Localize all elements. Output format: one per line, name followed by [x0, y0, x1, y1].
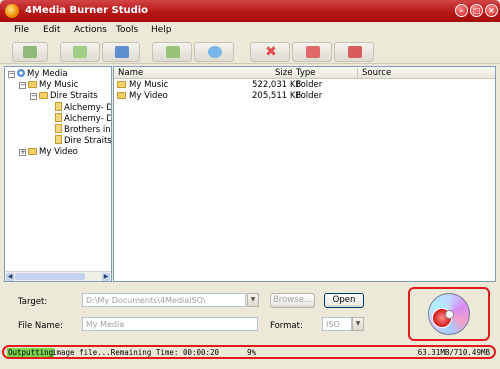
tree-item-label: Dire Straits: [50, 91, 98, 101]
file-list: Name Size Type Source My Music 522,031 K…: [113, 66, 496, 282]
media-disc-icon: [17, 69, 25, 77]
audio-file-icon: [55, 135, 62, 144]
close-button[interactable]: ×: [485, 4, 498, 17]
folder-icon: [28, 81, 37, 88]
list-header: Name Size Type Source: [114, 67, 495, 79]
delete-icon: ✖: [265, 44, 277, 60]
add-files-button[interactable]: [60, 42, 100, 62]
tree-item-my-video[interactable]: My Video: [28, 147, 78, 158]
target-path-field[interactable]: D:\My Documents\4MediaISO\: [82, 293, 246, 307]
filename-field[interactable]: My Media: [82, 317, 258, 331]
target-dropdown-button[interactable]: ▼: [247, 293, 259, 307]
tree-expander-video[interactable]: +: [19, 149, 26, 156]
tree-item-label: My Music: [39, 80, 79, 90]
open-folder-icon: [166, 46, 180, 58]
media-tree: − My Media − My Music − Dire Straits Alc…: [4, 66, 112, 282]
add-files-icon: [73, 46, 87, 58]
new-project-icon: [23, 46, 37, 58]
maximize-button[interactable]: □: [470, 4, 483, 17]
status-size: 63.31MB/710.49MB: [417, 348, 490, 357]
tree-item-label: Alchemy- Dire S: [64, 114, 111, 124]
tree-item-dire-straits[interactable]: Dire Straits: [39, 91, 98, 102]
column-header-size[interactable]: Size: [275, 68, 292, 78]
menu-actions[interactable]: Actions: [74, 25, 107, 35]
target-label: Target:: [18, 297, 48, 307]
scroll-right-icon[interactable]: ▶: [102, 273, 110, 281]
title-bar: 4Media Burner Studio – □ ×: [0, 0, 500, 22]
column-separator: [357, 68, 358, 78]
row-size: 522,031 KB: [252, 80, 302, 90]
tree-item-file[interactable]: Alchemy- Dire S: [55, 113, 111, 124]
scroll-thumb[interactable]: [15, 273, 85, 280]
list-row[interactable]: My Music 522,031 KB Folder: [114, 80, 495, 91]
folder-icon: [117, 80, 128, 90]
column-header-type[interactable]: Type: [296, 68, 316, 78]
add-folder-button[interactable]: [102, 42, 140, 62]
add-disc-button[interactable]: [194, 42, 234, 62]
add-folder-icon: [115, 46, 129, 58]
tree-item-my-music[interactable]: My Music: [28, 80, 78, 91]
disc-hole: [445, 310, 454, 319]
burn-disc-button[interactable]: [428, 293, 470, 335]
tree-item-label: My Video: [39, 147, 78, 157]
window-title: 4Media Burner Studio: [25, 5, 149, 16]
column-header-source[interactable]: Source: [362, 68, 391, 78]
tree-expander-music[interactable]: −: [19, 82, 26, 89]
format-dropdown-button[interactable]: ▼: [352, 317, 364, 331]
tree-expander-dire-straits[interactable]: −: [30, 93, 37, 100]
format-select[interactable]: ISO: [322, 317, 352, 331]
format-label: Format:: [270, 321, 303, 331]
status-message: image file...Remaining Time: 00:00:20: [52, 348, 220, 357]
tree-item-file[interactable]: Dire Straits: [55, 135, 112, 146]
list-row[interactable]: My Video 205,511 KB Folder: [114, 91, 495, 102]
audio-file-icon: [55, 102, 62, 111]
tree-horizontal-scrollbar[interactable]: ◀ ▶: [5, 271, 111, 281]
folder-icon: [28, 148, 37, 155]
row-type: Folder: [296, 80, 323, 90]
menu-help[interactable]: Help: [151, 25, 172, 35]
menu-tools[interactable]: Tools: [116, 25, 138, 35]
toolbar: ✖: [0, 39, 500, 64]
menu-file[interactable]: File: [14, 25, 29, 35]
tree-item-my-media[interactable]: My Media: [17, 69, 68, 80]
remove-all-icon: [348, 46, 362, 58]
app-icon: [5, 4, 19, 18]
row-size: 205,511 KB: [252, 91, 302, 101]
row-name: My Video: [129, 91, 168, 101]
clear-button[interactable]: [292, 42, 332, 62]
minimize-button[interactable]: –: [455, 4, 468, 17]
audio-file-icon: [55, 113, 62, 122]
row-name: My Music: [129, 80, 169, 90]
tree-item-label: Brothers in arm: [64, 125, 111, 135]
menu-bar: File Edit Actions Tools Help: [0, 22, 500, 39]
tree-item-file[interactable]: Alchemy- Dire S: [55, 102, 111, 113]
column-header-name[interactable]: Name: [118, 68, 143, 78]
open-button[interactable]: Open: [324, 293, 364, 308]
remove-all-button[interactable]: [334, 42, 374, 62]
trash-icon: [306, 46, 320, 58]
tree-item-file[interactable]: Brothers in arm: [55, 124, 111, 135]
filename-label: File Name:: [18, 321, 63, 331]
folder-icon: [39, 92, 48, 99]
menu-edit[interactable]: Edit: [43, 25, 60, 35]
row-type: Folder: [296, 91, 323, 101]
open-folder-button[interactable]: [152, 42, 192, 62]
add-disc-icon: [208, 46, 222, 58]
tree-expander-root[interactable]: −: [8, 71, 15, 78]
status-percent: 9%: [247, 348, 257, 357]
burn-button-highlight: [408, 287, 490, 341]
scroll-left-icon[interactable]: ◀: [6, 273, 14, 281]
folder-icon: [117, 91, 128, 101]
status-bar: Outputting image file...Remaining Time: …: [2, 345, 496, 359]
status-progress-highlight: Outputting: [7, 348, 55, 357]
delete-button[interactable]: ✖: [250, 42, 290, 62]
browse-button[interactable]: Browse...: [270, 293, 315, 308]
audio-file-icon: [55, 124, 62, 133]
tree-item-label: Dire Straits: [64, 136, 112, 146]
tree-item-label: Alchemy- Dire S: [64, 103, 111, 113]
tree-item-label: My Media: [27, 69, 68, 79]
new-project-button[interactable]: [12, 42, 48, 62]
